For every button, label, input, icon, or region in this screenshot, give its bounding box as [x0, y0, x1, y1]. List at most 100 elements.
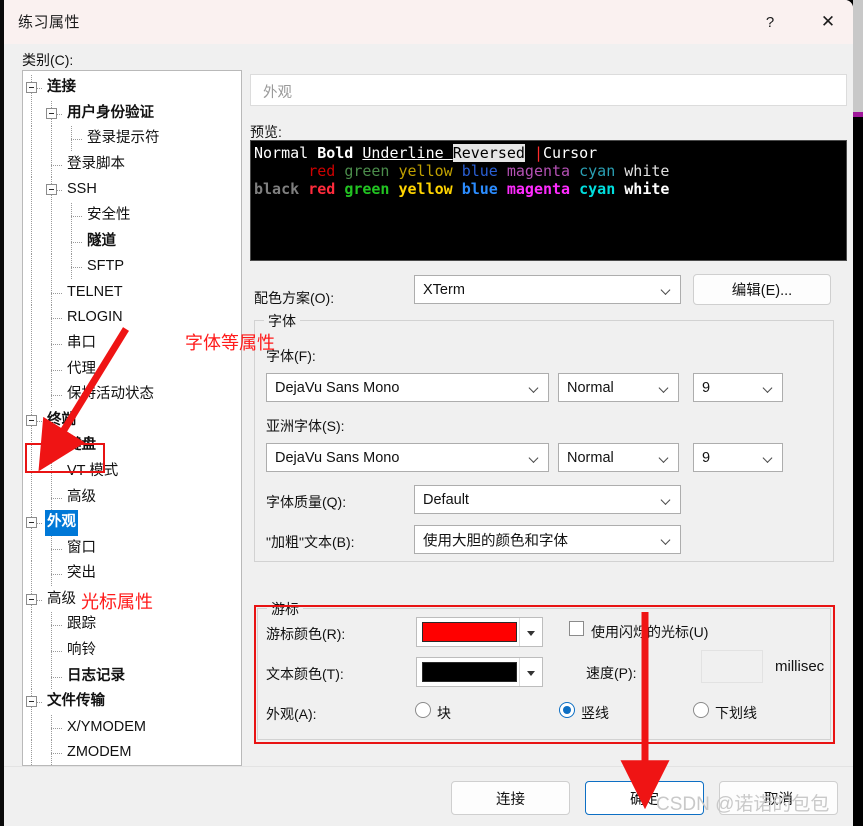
- tree-elbow: [51, 548, 63, 550]
- tree-elbow: [71, 267, 83, 269]
- font-quality-label: 字体质量(Q):: [266, 494, 347, 510]
- tree-item-label: TELNET: [67, 283, 123, 300]
- tree-item-26[interactable]: ZMODEM: [23, 740, 241, 765]
- tree-elbow: [51, 574, 63, 576]
- tree-guide-line: [31, 126, 32, 152]
- tree-item-label: 外观: [45, 510, 78, 536]
- category-tree[interactable]: 连接用户身份验证登录提示符登录脚本 SSH 安全性 隧道 SFTP TELNET RLOGI…: [22, 70, 242, 766]
- tree-guide-line: [51, 228, 52, 255]
- tree-item-16[interactable]: 高级: [23, 484, 241, 511]
- tree-collapse-icon[interactable]: [26, 414, 37, 426]
- tree-collapse-icon[interactable]: [26, 593, 37, 605]
- tree-guide-line: [51, 126, 52, 152]
- tree-item-21[interactable]: 跟踪: [23, 612, 241, 639]
- tree-guide-line: [31, 356, 32, 383]
- watermark: CSDN @诺诺的包包: [656, 794, 830, 815]
- terminal-token: cyan: [579, 162, 625, 180]
- tree-elbow: [51, 292, 63, 294]
- chevron-down-icon: [662, 535, 671, 544]
- tree-item-label: 登录脚本: [67, 155, 125, 172]
- scheme-label: 配色方案(O):: [254, 290, 335, 306]
- scheme-combo[interactable]: XTerm: [414, 275, 681, 304]
- tree-item-13[interactable]: 终端: [23, 407, 241, 434]
- terminal-token: blue: [461, 180, 507, 198]
- tree-item-label: 串口: [67, 334, 96, 351]
- edit-scheme-button[interactable]: 编辑(E)...: [693, 274, 831, 305]
- terminal-token: red: [308, 162, 345, 180]
- tree-item-3[interactable]: 登录脚本: [23, 151, 241, 178]
- tree-item-18[interactable]: 窗口: [23, 535, 241, 562]
- tree-item-2[interactable]: 登录提示符: [23, 126, 241, 152]
- terminal-token: red: [308, 180, 345, 198]
- tree-item-4[interactable]: SSH: [23, 177, 241, 203]
- connect-button[interactable]: 连接: [451, 781, 570, 815]
- terminal-token: green: [344, 162, 399, 180]
- terminal-token: green: [344, 180, 399, 198]
- tree-item-12[interactable]: 保持活动状态: [23, 382, 241, 408]
- tree-collapse-icon[interactable]: [46, 184, 57, 196]
- tree-item-label: 高级: [67, 488, 96, 505]
- tree-item-17[interactable]: 外观: [23, 510, 241, 536]
- font-quality-combo[interactable]: Default: [414, 485, 681, 514]
- preview-label: 预览:: [250, 124, 282, 140]
- tree-item-1[interactable]: 用户身份验证: [23, 100, 241, 127]
- font-family-combo[interactable]: DejaVu Sans Mono: [266, 373, 549, 402]
- terminal-token: blue: [461, 162, 507, 180]
- tree-guide-line: [51, 254, 52, 280]
- tree-item-7[interactable]: SFTP: [23, 254, 241, 280]
- tree-item-25[interactable]: X/YMODEM: [23, 714, 241, 741]
- terminal-token: black: [254, 180, 309, 198]
- tree-item-6[interactable]: 隧道: [23, 228, 241, 255]
- tree-item-11[interactable]: 代理: [23, 356, 241, 383]
- terminal-line-2: red green yellow blue magenta cyan white: [254, 162, 669, 180]
- tree-item-label: 代理: [67, 360, 96, 377]
- tree-collapse-icon[interactable]: [26, 696, 37, 708]
- page-title: 外观: [263, 85, 292, 101]
- bold-text-combo[interactable]: 使用大胆的颜色和字体: [414, 525, 681, 554]
- font-style-combo[interactable]: Normal: [558, 373, 679, 402]
- tree-guide-line: [31, 740, 32, 765]
- tree-item-label: 窗口: [67, 539, 96, 556]
- asian-font-family-value: DejaVu Sans Mono: [275, 449, 400, 466]
- tree-elbow: [51, 318, 63, 320]
- window-title: 练习属性: [18, 14, 81, 31]
- tree-item-24[interactable]: 文件传输: [23, 689, 241, 715]
- tree-guide-line: [31, 382, 32, 408]
- tree-item-8[interactable]: TELNET: [23, 279, 241, 306]
- tree-item-19[interactable]: 突出: [23, 561, 241, 587]
- tree-item-22[interactable]: 响铃: [23, 638, 241, 664]
- tree-item-0[interactable]: 连接: [23, 75, 241, 101]
- terminal-token: Reversed: [452, 144, 525, 162]
- chevron-down-icon: [530, 453, 539, 462]
- tree-elbow: [51, 625, 63, 627]
- font-size-combo[interactable]: 9: [693, 373, 783, 402]
- asian-font-style-value: Normal: [567, 449, 614, 466]
- annotation-box-appearance: [25, 443, 105, 473]
- tree-collapse-icon[interactable]: [26, 517, 37, 529]
- font-size-value: 9: [702, 379, 711, 396]
- asian-font-family-combo[interactable]: DejaVu Sans Mono: [266, 443, 549, 472]
- tree-item-label: 跟踪: [67, 616, 96, 633]
- tree-item-label: 用户身份验证: [67, 104, 154, 121]
- asian-font-style-combo[interactable]: Normal: [558, 443, 679, 472]
- font-family-value: DejaVu Sans Mono: [275, 379, 400, 396]
- font-quality-value: Default: [423, 491, 469, 508]
- chevron-down-icon: [764, 383, 773, 392]
- tree-item-label: 日志记录: [67, 667, 125, 684]
- help-icon[interactable]: ?: [747, 0, 793, 44]
- tree-item-9[interactable]: RLOGIN: [23, 305, 241, 331]
- terminal-token: white: [624, 162, 670, 180]
- tree-item-23[interactable]: 日志记录: [23, 663, 241, 690]
- tree-collapse-icon[interactable]: [26, 82, 37, 93]
- tree-item-label: ZMODEM: [67, 744, 132, 761]
- font-style-value: Normal: [567, 379, 614, 396]
- tree-guide-line: [31, 151, 32, 178]
- asian-font-size-combo[interactable]: 9: [693, 443, 783, 472]
- terminal-token: Bold: [317, 144, 363, 162]
- tree-item-5[interactable]: 安全性: [23, 202, 241, 229]
- tree-collapse-icon[interactable]: [46, 107, 57, 119]
- close-icon[interactable]: ✕: [805, 0, 851, 44]
- font-group-title: 字体: [264, 311, 300, 331]
